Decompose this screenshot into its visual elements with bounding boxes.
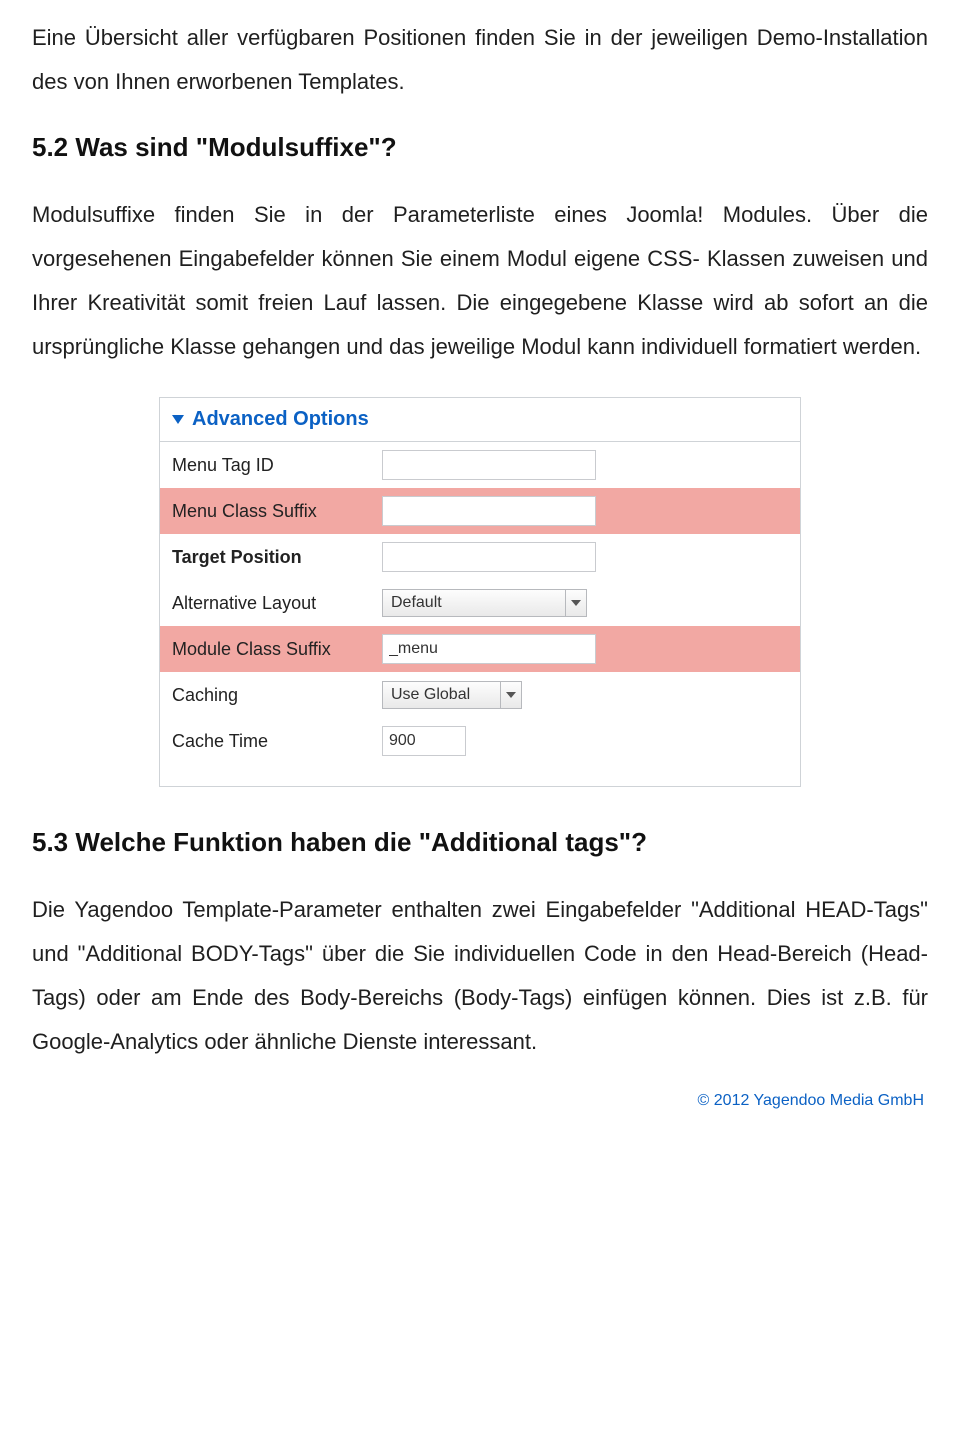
select-alternative-layout-value: Default (391, 594, 565, 612)
panel-title: Advanced Options (192, 408, 369, 431)
paragraph-5-3: Die Yagendoo Template-Parameter enthalte… (32, 888, 928, 1064)
paragraph-5-2: Modulsuffixe finden Sie in der Parameter… (32, 193, 928, 369)
row-module-class-suffix: Module Class Suffix (160, 626, 800, 672)
label-target-position: Target Position (172, 547, 382, 568)
caret-down-icon (172, 415, 184, 424)
select-alternative-layout[interactable]: Default (382, 589, 587, 617)
input-menu-class-suffix[interactable] (382, 496, 596, 526)
label-caching: Caching (172, 685, 382, 706)
row-alternative-layout: Alternative Layout Default (160, 580, 800, 626)
intro-paragraph: Eine Übersicht aller verfügbaren Positio… (32, 16, 928, 104)
panel-header[interactable]: Advanced Options (160, 398, 800, 442)
row-cache-time: Cache Time (160, 718, 800, 764)
label-cache-time: Cache Time (172, 731, 382, 752)
label-alternative-layout: Alternative Layout (172, 593, 382, 614)
input-target-position[interactable] (382, 542, 596, 572)
chevron-down-icon (506, 692, 516, 698)
footer-copyright: © 2012 Yagendoo Media GmbH (0, 1092, 960, 1110)
heading-5-3: 5.3 Welche Funktion haben die "Additiona… (32, 827, 928, 858)
dropdown-button[interactable] (565, 590, 586, 616)
heading-5-2: 5.2 Was sind "Modulsuffixe"? (32, 132, 928, 163)
dropdown-button[interactable] (500, 682, 521, 708)
input-module-class-suffix[interactable] (382, 634, 596, 664)
row-caching: Caching Use Global (160, 672, 800, 718)
row-target-position: Target Position (160, 534, 800, 580)
row-menu-class-suffix: Menu Class Suffix (160, 488, 800, 534)
label-menu-class-suffix: Menu Class Suffix (172, 501, 382, 522)
chevron-down-icon (571, 600, 581, 606)
select-caching-value: Use Global (391, 686, 500, 704)
input-menu-tag-id[interactable] (382, 450, 596, 480)
row-menu-tag-id: Menu Tag ID (160, 442, 800, 488)
select-caching[interactable]: Use Global (382, 681, 522, 709)
advanced-options-panel: Advanced Options Menu Tag ID Menu Class … (159, 397, 801, 787)
label-module-class-suffix: Module Class Suffix (172, 639, 382, 660)
label-menu-tag-id: Menu Tag ID (172, 455, 382, 476)
input-cache-time[interactable] (382, 726, 466, 756)
